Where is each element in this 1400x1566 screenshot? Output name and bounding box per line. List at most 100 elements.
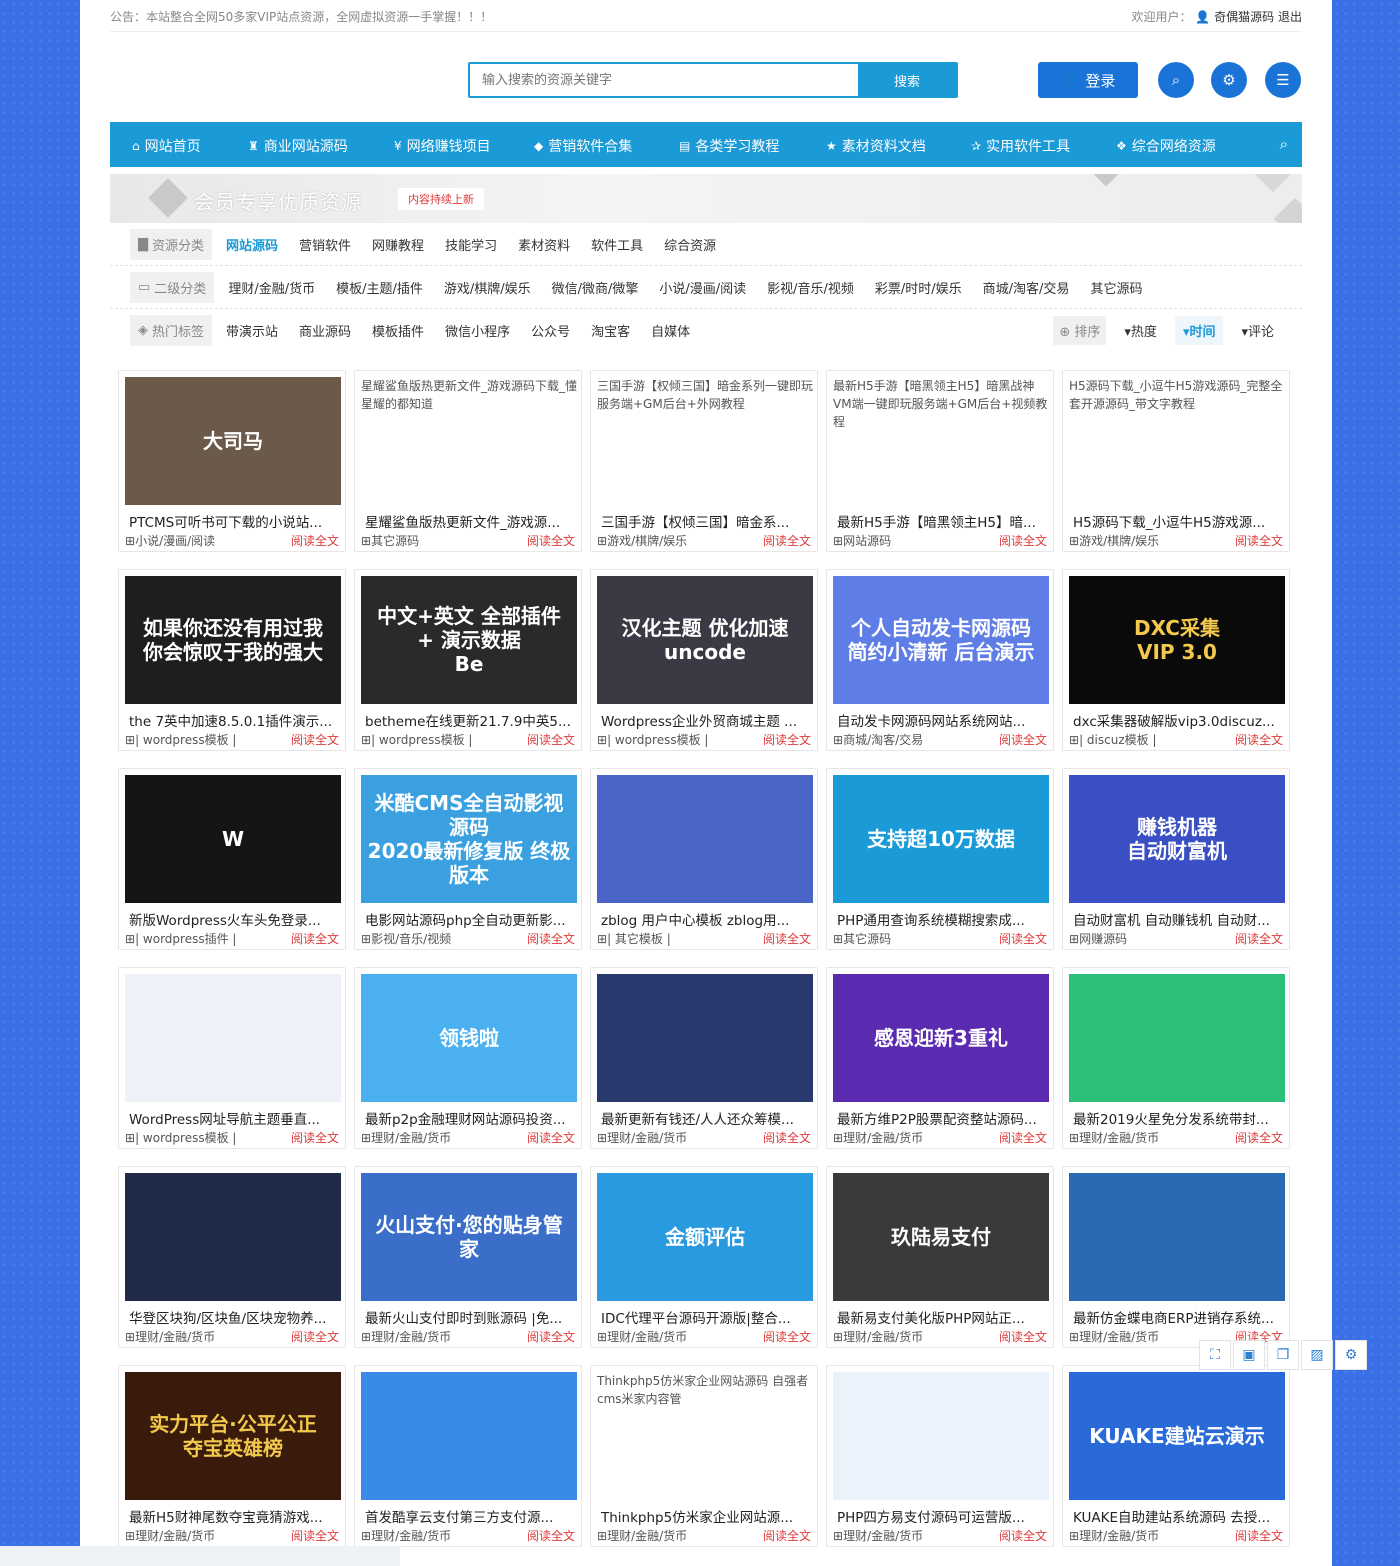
card-thumbnail[interactable]: 个人自动发卡网源码 简约小清新 后台演示 bbox=[833, 576, 1049, 704]
sort-option-2[interactable]: ▾评论 bbox=[1241, 321, 1274, 340]
resource-card[interactable]: 最新仿金蝶电商ERP进销存系统... ⊞理财/金融/货币 阅读全文 bbox=[1062, 1166, 1290, 1348]
read-more-link[interactable]: 阅读全文 bbox=[1235, 1129, 1283, 1146]
login-button[interactable]: 👤 登录 bbox=[1038, 62, 1138, 98]
card-title[interactable]: 首发酷享云支付第三方支付源... bbox=[365, 1506, 575, 1526]
card-thumbnail[interactable] bbox=[597, 974, 813, 1102]
card-category[interactable]: ⊞理财/金融/货币 bbox=[125, 1527, 215, 1544]
card-thumbnail[interactable] bbox=[125, 1173, 341, 1301]
card-thumbnail[interactable]: Thinkphp5仿米家企业网站源码 自强者cms米家内容管 bbox=[597, 1372, 813, 1500]
subcategory-option-0[interactable]: 理财/金融/货币 bbox=[228, 278, 315, 297]
tags-option-6[interactable]: 自媒体 bbox=[651, 321, 690, 340]
read-more-link[interactable]: 阅读全文 bbox=[1235, 532, 1283, 549]
card-category[interactable]: ⊞小说/漫画/阅读 bbox=[125, 532, 215, 549]
search-button[interactable]: 搜索 bbox=[858, 64, 956, 96]
category-option-3[interactable]: 技能学习 bbox=[445, 235, 497, 254]
tags-option-5[interactable]: 淘宝客 bbox=[591, 321, 630, 340]
resource-card[interactable]: H5源码下载_小逗牛H5游戏源码_完整全套开源源码_带文字教程 H5源码下载_小逗… bbox=[1062, 370, 1290, 552]
card-category[interactable]: ⊞| wordpress模板 | bbox=[125, 731, 236, 748]
category-option-5[interactable]: 软件工具 bbox=[591, 235, 643, 254]
category-option-6[interactable]: 综合资源 bbox=[664, 235, 716, 254]
read-more-link[interactable]: 阅读全文 bbox=[999, 930, 1047, 947]
card-thumbnail[interactable]: 如果你还没有用过我 你会惊叹于我的强大 bbox=[125, 576, 341, 704]
image-icon[interactable]: ▨ bbox=[1301, 1340, 1333, 1370]
card-category[interactable]: ⊞理财/金融/货币 bbox=[1069, 1129, 1159, 1146]
card-thumbnail[interactable] bbox=[361, 1372, 577, 1500]
card-title[interactable]: 最新p2p金融理财网站源码投资... bbox=[365, 1108, 575, 1128]
card-category[interactable]: ⊞理财/金融/货币 bbox=[1069, 1527, 1159, 1544]
read-more-link[interactable]: 阅读全文 bbox=[527, 1527, 575, 1544]
card-category[interactable]: ⊞| 其它模板 | bbox=[597, 930, 671, 947]
nav-item-7[interactable]: ❖ 综合网络资源 bbox=[1116, 136, 1216, 156]
read-more-link[interactable]: 阅读全文 bbox=[763, 731, 811, 748]
card-thumbnail[interactable]: 最新H5手游【暗黑领主H5】暗黑战神VM端一键即玩服务端+GM后台+视频教程 bbox=[833, 377, 1049, 505]
subcategory-option-8[interactable]: 其它源码 bbox=[1090, 278, 1142, 297]
card-category[interactable]: ⊞理财/金融/货币 bbox=[1069, 1328, 1159, 1345]
read-more-link[interactable]: 阅读全文 bbox=[763, 930, 811, 947]
card-category[interactable]: ⊞理财/金融/货币 bbox=[597, 1328, 687, 1345]
subcategory-option-6[interactable]: 彩票/时时/娱乐 bbox=[875, 278, 962, 297]
card-thumbnail[interactable] bbox=[1069, 1173, 1285, 1301]
card-thumbnail[interactable]: 火山支付·您的贴身管家 bbox=[361, 1173, 577, 1301]
username-link[interactable]: 奇偶猫源码 bbox=[1214, 10, 1274, 24]
card-thumbnail[interactable]: 金额评估 bbox=[597, 1173, 813, 1301]
card-title[interactable]: 最新易支付美化版PHP网站正... bbox=[837, 1307, 1047, 1327]
card-thumbnail[interactable]: 汉化主题 优化加速 uncode bbox=[597, 576, 813, 704]
read-more-link[interactable]: 阅读全文 bbox=[291, 731, 339, 748]
resource-card[interactable]: 个人自动发卡网源码 简约小清新 后台演示 自动发卡网源码网站系统网站... ⊞商城/… bbox=[826, 569, 1054, 751]
read-more-link[interactable]: 阅读全文 bbox=[763, 1129, 811, 1146]
card-thumbnail[interactable] bbox=[1069, 974, 1285, 1102]
card-title[interactable]: zblog 用户中心模板 zblog用... bbox=[601, 909, 811, 929]
read-more-link[interactable]: 阅读全文 bbox=[999, 1129, 1047, 1146]
category-option-1[interactable]: 营销软件 bbox=[299, 235, 351, 254]
card-category[interactable]: ⊞理财/金融/货币 bbox=[833, 1129, 923, 1146]
card-title[interactable]: 最新H5财神尾数夺宝竟猜游戏... bbox=[129, 1506, 339, 1526]
card-thumbnail[interactable]: 米酷CMS全自动影视源码 2020最新修复版 终极版本 bbox=[361, 775, 577, 903]
resource-card[interactable]: Thinkphp5仿米家企业网站源码 自强者cms米家内容管 Thinkphp5仿… bbox=[590, 1365, 818, 1547]
nav-item-1[interactable]: ♜ 商业网站源码 bbox=[248, 136, 348, 156]
resource-card[interactable]: 大司马 PTCMS可听书可下载的小说站... ⊞小说/漫画/阅读 阅读全文 bbox=[118, 370, 346, 552]
resource-card[interactable]: 中文+英文 全部插件 + 演示数据 Be betheme在线更新21.7.9中英5… bbox=[354, 569, 582, 751]
read-more-link[interactable]: 阅读全文 bbox=[999, 1527, 1047, 1544]
read-more-link[interactable]: 阅读全文 bbox=[291, 532, 339, 549]
read-more-link[interactable]: 阅读全文 bbox=[999, 731, 1047, 748]
card-title[interactable]: 最新仿金蝶电商ERP进销存系统... bbox=[1073, 1307, 1283, 1327]
card-title[interactable]: 最新H5手游【暗黑领主H5】暗... bbox=[837, 511, 1047, 531]
card-title[interactable]: PHP通用查询系统模糊搜索成... bbox=[837, 909, 1047, 929]
card-title[interactable]: 最新2019火星免分发系统带封... bbox=[1073, 1108, 1283, 1128]
card-thumbnail[interactable]: 支持超10万数据 bbox=[833, 775, 1049, 903]
card-title[interactable]: 自动发卡网源码网站系统网站... bbox=[837, 710, 1047, 730]
card-category[interactable]: ⊞理财/金融/货币 bbox=[361, 1129, 451, 1146]
tags-option-2[interactable]: 模板插件 bbox=[372, 321, 424, 340]
card-category[interactable]: ⊞理财/金融/货币 bbox=[361, 1527, 451, 1544]
card-category[interactable]: ⊞理财/金融/货币 bbox=[361, 1328, 451, 1345]
resource-card[interactable]: 感恩迎新3重礼 最新方维P2P股票配资整站源码... ⊞理财/金融/货币 阅读全文 bbox=[826, 967, 1054, 1149]
card-category[interactable]: ⊞网站源码 bbox=[833, 532, 891, 549]
card-category[interactable]: ⊞其它源码 bbox=[833, 930, 891, 947]
read-more-link[interactable]: 阅读全文 bbox=[1235, 731, 1283, 748]
resource-card[interactable]: WordPress网址导航主题垂直... ⊞| wordpress模板 | 阅读全文 bbox=[118, 967, 346, 1149]
resource-card[interactable]: 三国手游【权倾三国】暗金系列一键即玩服务端+GM后台+外网教程 三国手游【权倾三国… bbox=[590, 370, 818, 552]
copy-icon[interactable]: ❐ bbox=[1267, 1340, 1299, 1370]
resource-card[interactable]: PHP四方易支付源码可运营版... ⊞理财/金融/货币 阅读全文 bbox=[826, 1365, 1054, 1547]
category-option-0[interactable]: 网站源码 bbox=[226, 235, 278, 254]
resource-card[interactable]: 首发酷享云支付第三方支付源... ⊞理财/金融/货币 阅读全文 bbox=[354, 1365, 582, 1547]
resource-card[interactable]: 火山支付·您的贴身管家 最新火山支付即时到账源码 |免... ⊞理财/金融/货币 阅读… bbox=[354, 1166, 582, 1348]
nav-item-3[interactable]: ◆ 营销软件合集 bbox=[534, 136, 632, 156]
card-title[interactable]: WordPress网址导航主题垂直... bbox=[129, 1108, 339, 1128]
search-icon[interactable]: ⌕ bbox=[1158, 62, 1194, 98]
read-more-link[interactable]: 阅读全文 bbox=[527, 1129, 575, 1146]
card-thumbnail[interactable] bbox=[597, 775, 813, 903]
resource-card[interactable]: 汉化主题 优化加速 uncode Wordpress企业外贸商城主题 ... ⊞| … bbox=[590, 569, 818, 751]
card-thumbnail[interactable]: 星耀鲨鱼版热更新文件_游戏源码下载_懂星耀的都知道 bbox=[361, 377, 577, 505]
read-more-link[interactable]: 阅读全文 bbox=[999, 532, 1047, 549]
sort-option-0[interactable]: ▾热度 bbox=[1124, 321, 1157, 340]
resource-card[interactable]: zblog 用户中心模板 zblog用... ⊞| 其它模板 | 阅读全文 bbox=[590, 768, 818, 950]
resource-card[interactable]: 华登区块狗/区块鱼/区块宠物养... ⊞理财/金融/货币 阅读全文 bbox=[118, 1166, 346, 1348]
read-more-link[interactable]: 阅读全文 bbox=[291, 930, 339, 947]
card-category[interactable]: ⊞| wordpress插件 | bbox=[125, 930, 236, 947]
resource-card[interactable]: 金额评估 IDC代理平台源码开源版|整合... ⊞理财/金融/货币 阅读全文 bbox=[590, 1166, 818, 1348]
nav-item-4[interactable]: ▤ 各类学习教程 bbox=[679, 136, 779, 156]
read-more-link[interactable]: 阅读全文 bbox=[291, 1129, 339, 1146]
resource-card[interactable]: KUAKE建站云演示 KUAKE自助建站系统源码 去授... ⊞理财/金融/货币 阅读… bbox=[1062, 1365, 1290, 1547]
logout-link[interactable]: 退出 bbox=[1278, 10, 1302, 24]
